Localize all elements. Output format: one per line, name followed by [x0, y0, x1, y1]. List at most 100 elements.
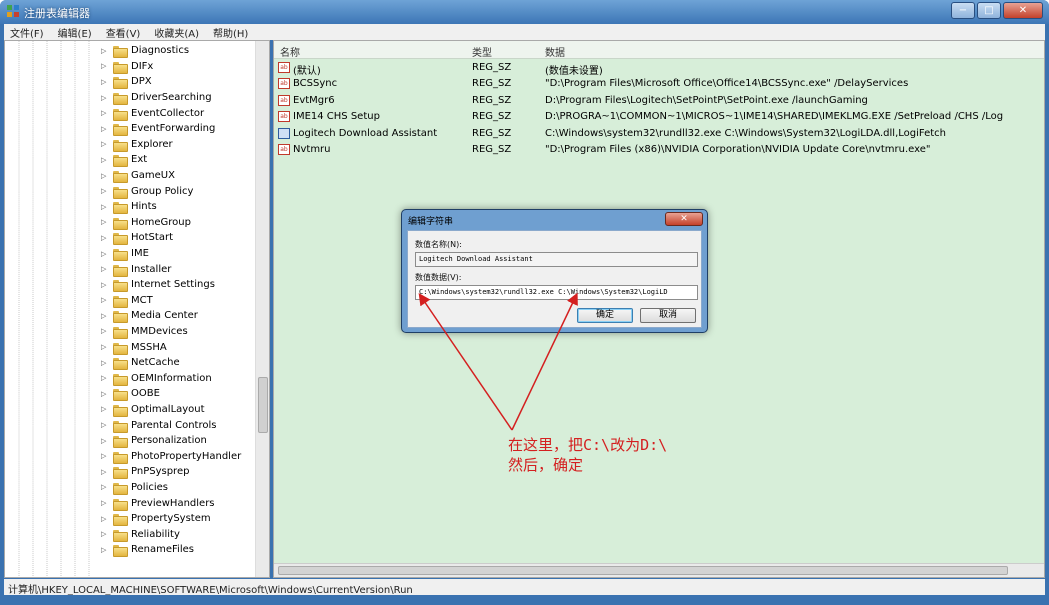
value-row[interactable]: ab Nvtmru REG_SZ "D:\Program Files (x86)\NV… — [274, 142, 1044, 158]
expand-arrow-icon[interactable]: ▷ — [101, 343, 113, 351]
value-row[interactable]: ab (默认) REG_SZ (数值未设置) — [274, 60, 1044, 77]
expand-arrow-icon[interactable]: ▷ — [101, 437, 113, 445]
column-data[interactable]: 数据 — [545, 44, 565, 59]
tree-item[interactable]: ▷ PreviewHandlers — [101, 495, 241, 511]
expand-arrow-icon[interactable]: ▷ — [101, 78, 113, 86]
tree-item[interactable]: ▷ MMDevices — [101, 324, 241, 340]
cancel-button[interactable]: 取消 — [640, 308, 696, 323]
close-button[interactable]: ✕ — [1003, 2, 1043, 19]
expand-arrow-icon[interactable]: ▷ — [101, 187, 113, 195]
tree-scrollbar[interactable] — [255, 41, 269, 577]
expand-arrow-icon[interactable]: ▷ — [101, 172, 113, 180]
tree-item[interactable]: ▷ Personalization — [101, 433, 241, 449]
expand-arrow-icon[interactable]: ▷ — [101, 94, 113, 102]
tree-item[interactable]: ▷ Parental Controls — [101, 417, 241, 433]
tree-item[interactable]: ▷ IME — [101, 246, 241, 262]
expand-arrow-icon[interactable]: ▷ — [101, 421, 113, 429]
tree-item[interactable]: ▷ Explorer — [101, 137, 241, 153]
window-title: 注册表编辑器 — [24, 7, 90, 20]
value-data-field[interactable]: C:\Windows\system32\rundll32.exe C:\Wind… — [415, 285, 698, 300]
menu-file[interactable]: 文件(F) — [10, 25, 44, 40]
dialog-close-button[interactable]: ✕ — [665, 212, 703, 226]
tree-item[interactable]: ▷ Media Center — [101, 308, 241, 324]
title-bar[interactable]: 注册表编辑器 − □ ✕ — [0, 0, 1049, 24]
expand-arrow-icon[interactable]: ▷ — [101, 312, 113, 320]
expand-arrow-icon[interactable]: ▷ — [101, 296, 113, 304]
tree-scroll-thumb[interactable] — [258, 377, 268, 433]
expand-arrow-icon[interactable]: ▷ — [101, 47, 113, 55]
tree-item[interactable]: ▷ RenameFiles — [101, 542, 241, 558]
tree-item[interactable]: ▷ OOBE — [101, 386, 241, 402]
tree-item[interactable]: ▷ GameUX — [101, 168, 241, 184]
tree-item[interactable]: ▷ EventForwarding — [101, 121, 241, 137]
tree-item[interactable]: ▷ HotStart — [101, 230, 241, 246]
expand-arrow-icon[interactable]: ▷ — [101, 281, 113, 289]
expand-arrow-icon[interactable]: ▷ — [101, 374, 113, 382]
tree-item[interactable]: ▷ MSSHA — [101, 339, 241, 355]
expand-arrow-icon[interactable]: ▷ — [101, 530, 113, 538]
string-value-icon: ab — [278, 111, 290, 123]
string-value-icon: ab — [278, 78, 290, 90]
expand-arrow-icon[interactable]: ▷ — [101, 203, 113, 211]
tree-item[interactable]: ▷ Diagnostics — [101, 43, 241, 59]
expand-arrow-icon[interactable]: ▷ — [101, 109, 113, 117]
tree-item[interactable]: ▷ Hints — [101, 199, 241, 215]
expand-arrow-icon[interactable]: ▷ — [101, 483, 113, 491]
string-value-icon: ab — [278, 144, 290, 155]
tree-item[interactable]: ▷ OptimalLayout — [101, 402, 241, 418]
expand-arrow-icon[interactable]: ▷ — [101, 452, 113, 460]
minimize-button[interactable]: − — [951, 2, 975, 19]
tree-item-label: DPX — [131, 76, 152, 88]
menu-favorites[interactable]: 收藏夹(A) — [154, 25, 199, 40]
value-name-field[interactable]: Logitech Download Assistant — [415, 252, 698, 267]
expand-arrow-icon[interactable]: ▷ — [101, 234, 113, 242]
expand-arrow-icon[interactable]: ▷ — [101, 515, 113, 523]
expand-arrow-icon[interactable]: ▷ — [101, 390, 113, 398]
expand-arrow-icon[interactable]: ▷ — [101, 546, 113, 554]
expand-arrow-icon[interactable]: ▷ — [101, 125, 113, 133]
expand-arrow-icon[interactable]: ▷ — [101, 405, 113, 413]
menu-view[interactable]: 查看(V) — [106, 25, 141, 40]
tree-item[interactable]: ▷ HomeGroup — [101, 215, 241, 231]
expand-arrow-icon[interactable]: ▷ — [101, 499, 113, 507]
tree-item[interactable]: ▷ Internet Settings — [101, 277, 241, 293]
tree-item[interactable]: ▷ OEMInformation — [101, 370, 241, 386]
expand-arrow-icon[interactable]: ▷ — [101, 140, 113, 148]
values-hscrollbar[interactable] — [274, 563, 1044, 577]
tree-item[interactable]: ▷ PnPSysprep — [101, 464, 241, 480]
expand-arrow-icon[interactable]: ▷ — [101, 327, 113, 335]
column-name[interactable]: 名称 — [280, 44, 300, 59]
expand-arrow-icon[interactable]: ▷ — [101, 265, 113, 273]
tree-item[interactable]: ▷ Group Policy — [101, 183, 241, 199]
expand-arrow-icon[interactable]: ▷ — [101, 250, 113, 258]
tree-item[interactable]: ▷ Policies — [101, 480, 241, 496]
registry-tree[interactable]: ▷ Diagnostics ▷ DIFx ▷ DPX ▷ DriverSearching ▷ Ev… — [4, 40, 270, 578]
value-name: EvtMgr6 — [293, 94, 335, 106]
tree-item[interactable]: ▷ Ext — [101, 152, 241, 168]
tree-item[interactable]: ▷ DPX — [101, 74, 241, 90]
expand-arrow-icon[interactable]: ▷ — [101, 62, 113, 70]
values-hscroll-thumb[interactable] — [278, 566, 1008, 575]
value-row[interactable]: Logitech Download Assistant REG_SZ C:\Wind… — [274, 126, 1044, 142]
ok-button[interactable]: 确定 — [577, 308, 633, 323]
maximize-button[interactable]: □ — [977, 2, 1001, 19]
tree-item[interactable]: ▷ NetCache — [101, 355, 241, 371]
tree-item[interactable]: ▷ Installer — [101, 261, 241, 277]
tree-item[interactable]: ▷ EventCollector — [101, 105, 241, 121]
tree-item[interactable]: ▷ PhotoPropertyHandler — [101, 448, 241, 464]
column-type[interactable]: 类型 — [472, 44, 492, 59]
tree-item[interactable]: ▷ MCT — [101, 293, 241, 309]
value-row[interactable]: ab IME14 CHS Setup REG_SZ D:\PROGRA~1\COMMO… — [274, 109, 1044, 125]
value-row[interactable]: ab BCSSync REG_SZ "D:\Program Files\Microso… — [274, 76, 1044, 92]
menu-help[interactable]: 帮助(H) — [213, 25, 248, 40]
value-row[interactable]: ab EvtMgr6 REG_SZ D:\Program Files\Logitech… — [274, 93, 1044, 109]
tree-item[interactable]: ▷ Reliability — [101, 526, 241, 542]
menu-edit[interactable]: 编辑(E) — [58, 25, 92, 40]
expand-arrow-icon[interactable]: ▷ — [101, 359, 113, 367]
expand-arrow-icon[interactable]: ▷ — [101, 468, 113, 476]
expand-arrow-icon[interactable]: ▷ — [101, 218, 113, 226]
tree-item[interactable]: ▷ PropertySystem — [101, 511, 241, 527]
expand-arrow-icon[interactable]: ▷ — [101, 156, 113, 164]
tree-item[interactable]: ▷ DIFx — [101, 59, 241, 75]
tree-item[interactable]: ▷ DriverSearching — [101, 90, 241, 106]
